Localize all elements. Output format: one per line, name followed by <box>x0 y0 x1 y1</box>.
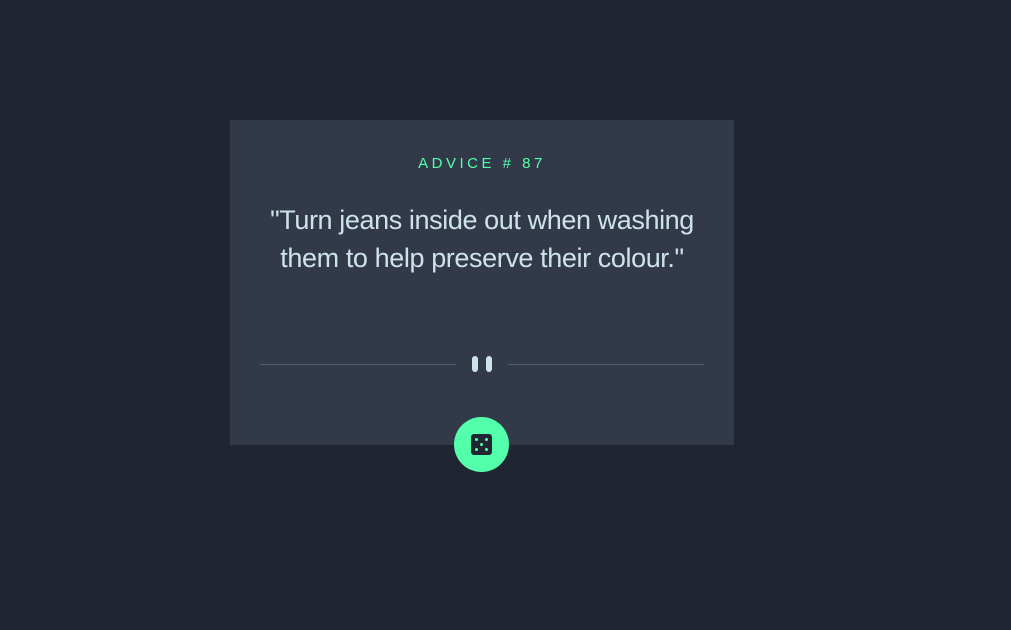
divider-line-right <box>508 364 704 365</box>
divider-line-left <box>260 364 456 365</box>
advice-card: ADVICE # 87 "Turn jeans inside out when … <box>230 120 734 445</box>
dice-icon <box>471 434 492 455</box>
pattern-divider <box>260 356 704 372</box>
pause-icon <box>472 356 492 372</box>
advice-quote: "Turn jeans inside out when washing them… <box>270 205 694 273</box>
new-advice-button[interactable] <box>454 417 509 472</box>
advice-id-label: ADVICE # 87 <box>418 155 546 172</box>
